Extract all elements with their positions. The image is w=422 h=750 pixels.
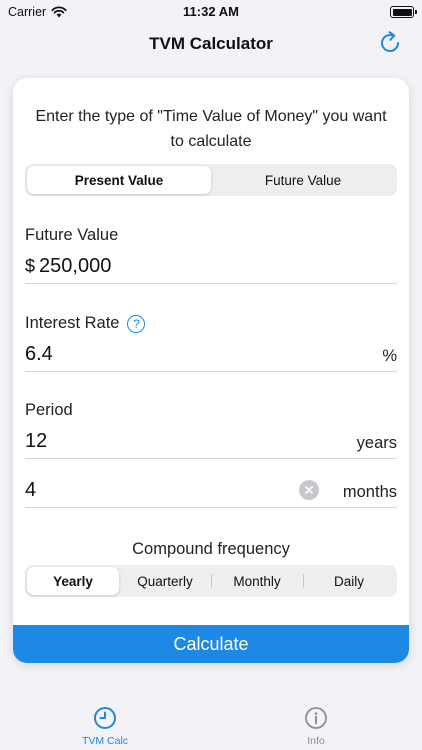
period-years-unit: years xyxy=(356,434,397,452)
page-title: TVM Calculator xyxy=(149,34,273,53)
future-value-value[interactable]: $250,000 xyxy=(25,255,111,278)
calculation-type-prompt: Enter the type of "Time Value of Money" … xyxy=(35,108,387,150)
calculator-card: Enter the type of "Time Value of Money" … xyxy=(13,78,409,663)
segment-daily[interactable]: Daily xyxy=(303,567,395,595)
navigation-bar: TVM Calculator xyxy=(0,26,422,62)
period-months-unit: months xyxy=(342,483,397,501)
info-icon xyxy=(305,707,327,729)
tab-info-label: Info xyxy=(307,735,325,747)
segment-yearly[interactable]: Yearly xyxy=(27,567,119,595)
battery-icon xyxy=(390,6,417,18)
status-time: 11:32 AM xyxy=(183,4,239,19)
currency-symbol: $ xyxy=(25,256,36,276)
interest-rate-label-text: Interest Rate xyxy=(25,314,120,332)
future-value-label-text: Future Value xyxy=(25,226,119,244)
period-months-field[interactable]: 4 months xyxy=(25,474,397,508)
period-years-value[interactable]: 12 xyxy=(25,430,47,453)
calculate-button[interactable]: Calculate xyxy=(13,625,409,663)
tab-tvm-calc-label: TVM Calc xyxy=(81,735,129,747)
refresh-icon[interactable] xyxy=(376,29,404,57)
tab-tvm-calc[interactable]: TVM Calc xyxy=(65,706,145,747)
future-value-amount[interactable]: 250,000 xyxy=(39,255,111,277)
question-circle-icon[interactable]: ? xyxy=(127,314,146,333)
calculation-type-segmented-control: Present Value Future Value xyxy=(25,164,397,196)
interest-rate-unit: % xyxy=(382,347,397,365)
clock-icon xyxy=(94,707,116,729)
interest-rate-label: Interest Rate ? xyxy=(25,314,146,333)
status-bar: Carrier 11:32 AM xyxy=(0,0,422,24)
period-years-field[interactable]: 12 years xyxy=(25,425,397,459)
compound-frequency-label: Compound frequency xyxy=(132,540,290,558)
clear-icon[interactable] xyxy=(299,480,319,500)
interest-rate-value[interactable]: 6.4 xyxy=(25,343,53,366)
tab-info[interactable]: Info xyxy=(276,706,356,747)
period-label-text: Period xyxy=(25,401,73,419)
segment-present-value[interactable]: Present Value xyxy=(27,166,211,194)
segment-monthly[interactable]: Monthly xyxy=(211,567,303,595)
tab-bar: TVM Calc Info xyxy=(0,700,422,750)
compound-frequency-segmented-control: Yearly Quarterly Monthly Daily xyxy=(25,565,397,597)
future-value-label: Future Value xyxy=(25,226,118,245)
segment-quarterly[interactable]: Quarterly xyxy=(119,567,211,595)
segment-future-value[interactable]: Future Value xyxy=(211,166,395,194)
future-value-field[interactable]: $250,000 xyxy=(25,250,397,284)
period-label: Period xyxy=(25,401,73,420)
period-months-value[interactable]: 4 xyxy=(25,479,36,502)
interest-rate-field[interactable]: 6.4 % xyxy=(25,338,397,372)
